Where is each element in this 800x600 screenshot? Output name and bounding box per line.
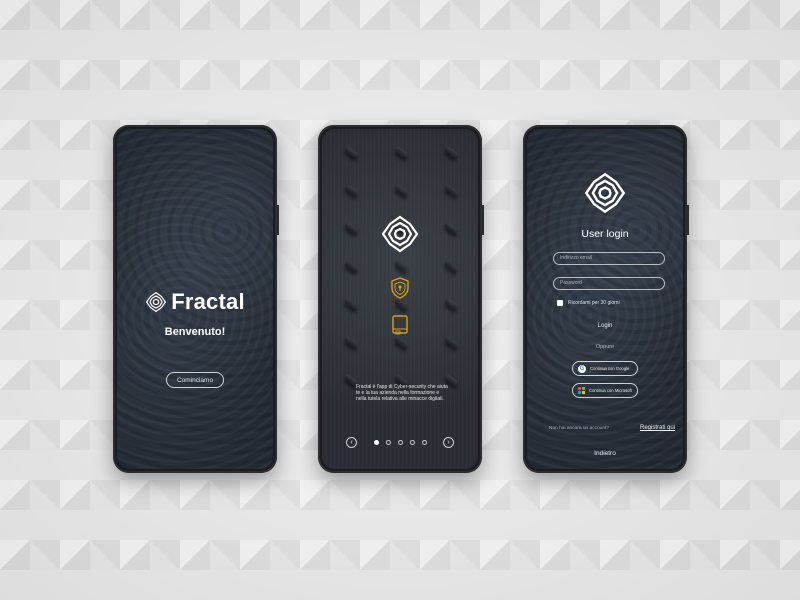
decorative-peg — [443, 221, 459, 235]
fractal-logo-icon — [381, 215, 419, 253]
decorative-peg — [343, 221, 359, 235]
google-icon: G — [578, 364, 586, 373]
decorative-peg — [443, 183, 459, 197]
page-dot[interactable] — [385, 440, 391, 445]
chevron-right-icon[interactable]: › — [443, 437, 454, 448]
decorative-peg — [443, 297, 459, 311]
page-dot[interactable] — [409, 440, 415, 445]
brand-logo: Fractal — [117, 289, 273, 315]
decorative-peg — [443, 335, 459, 349]
email-field[interactable]: Indirizzo email — [553, 252, 665, 265]
page-dot[interactable] — [373, 440, 379, 445]
side-button — [687, 205, 689, 235]
chevron-left-icon[interactable]: ‹ — [346, 437, 357, 448]
remember-me[interactable]: Ricordami per 30 giorni — [557, 300, 620, 306]
decorative-peg — [343, 183, 359, 197]
side-button — [277, 205, 279, 235]
remember-label: Ricordami per 30 giorni — [568, 300, 620, 306]
login-title: User login — [581, 228, 629, 240]
decorative-peg — [443, 145, 459, 159]
welcome-heading: Benvenuto! — [164, 326, 226, 338]
decorative-peg — [443, 259, 459, 273]
password-field[interactable]: Password — [553, 277, 665, 290]
page-dot[interactable] — [397, 440, 403, 445]
or-divider: Oppure — [595, 344, 615, 350]
decorative-peg — [343, 335, 359, 349]
microsoft-icon — [578, 387, 585, 394]
decorative-peg — [393, 297, 409, 311]
google-login-button[interactable]: G Continua con Google — [572, 361, 638, 376]
decorative-peg — [393, 183, 409, 197]
book-icon — [392, 315, 408, 335]
decorative-peg — [393, 259, 409, 273]
back-button[interactable]: Indietro — [527, 450, 683, 457]
google-button-label: Continua con Google — [590, 366, 630, 371]
shield-lock-icon — [391, 277, 409, 299]
welcome-screen: Fractal Benvenuto! Cominciamo — [117, 129, 273, 469]
register-row: Non hai ancora un account? Registrati qu… — [549, 425, 675, 431]
fractal-logo-icon — [584, 172, 626, 214]
phone-welcome: Fractal Benvenuto! Cominciamo — [113, 125, 279, 473]
intro-screen: Fractal è l'app di Cyber-security che ai… — [322, 129, 478, 469]
register-link[interactable]: Registrati qui — [640, 425, 675, 431]
decorative-peg — [393, 145, 409, 159]
login-button[interactable]: Login — [527, 323, 683, 329]
decorative-peg — [343, 145, 359, 159]
brand-name: Fractal — [171, 289, 245, 314]
no-account-text: Non hai ancora un account? — [549, 425, 610, 431]
decorative-peg — [393, 335, 409, 349]
start-button[interactable]: Cominciamo — [166, 372, 224, 388]
microsoft-login-button[interactable]: Continua con Microsoft — [572, 383, 638, 398]
phone-intro: Fractal è l'app di Cyber-security che ai… — [318, 125, 484, 473]
remember-checkbox[interactable] — [557, 300, 563, 306]
side-button — [482, 205, 484, 235]
phone-login: User login Indirizzo email Password Rico… — [523, 125, 689, 473]
decorative-peg — [343, 297, 359, 311]
pager: ‹ › — [346, 437, 454, 448]
page-dots — [373, 440, 427, 445]
login-screen: User login Indirizzo email Password Rico… — [527, 129, 683, 469]
decorative-peg — [343, 259, 359, 273]
intro-description: Fractal è l'app di Cyber-security che ai… — [356, 384, 448, 402]
page-dot[interactable] — [421, 440, 427, 445]
microsoft-button-label: Continua con Microsoft — [589, 388, 632, 393]
fractal-logo-icon — [146, 291, 167, 313]
